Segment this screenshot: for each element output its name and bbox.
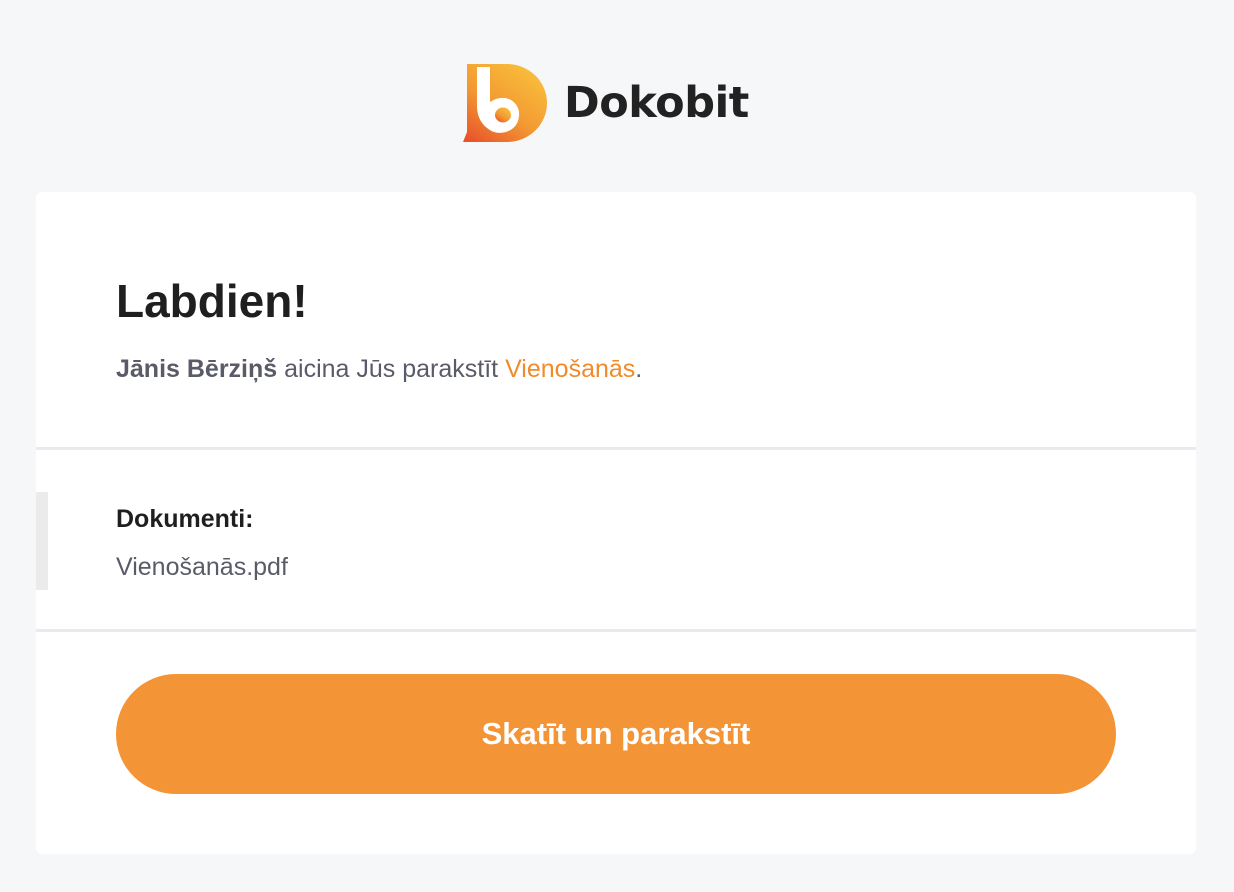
dokobit-logo-icon [463,64,547,142]
view-and-sign-button[interactable]: Skatīt un parakstīt [116,674,1116,794]
greeting-heading: Labdien! [116,275,308,327]
email-card: Labdien! Jānis Bērziņš aicina Jūs paraks… [36,192,1196,854]
document-file-name: Vienošanās.pdf [116,553,288,581]
divider [36,629,1196,632]
email-page: Dokobit Labdien! Jānis Bērziņš aicina Jū… [0,0,1234,892]
documents-heading: Dokumenti: [116,505,254,533]
brand-name: Dokobit [564,77,749,128]
document-link[interactable]: Vienošanās [505,355,635,383]
invitation-message: aicina Jūs parakstīt [277,355,506,383]
divider [36,447,1196,450]
documents-accent-bar [36,492,48,590]
invitation-suffix: . [635,355,643,383]
dokobit-logo: Dokobit [463,62,749,142]
invitation-text: Jānis Bērziņš aicina Jūs parakstīt Vieno… [116,354,642,384]
sender-name: Jānis Bērziņš [116,355,278,383]
